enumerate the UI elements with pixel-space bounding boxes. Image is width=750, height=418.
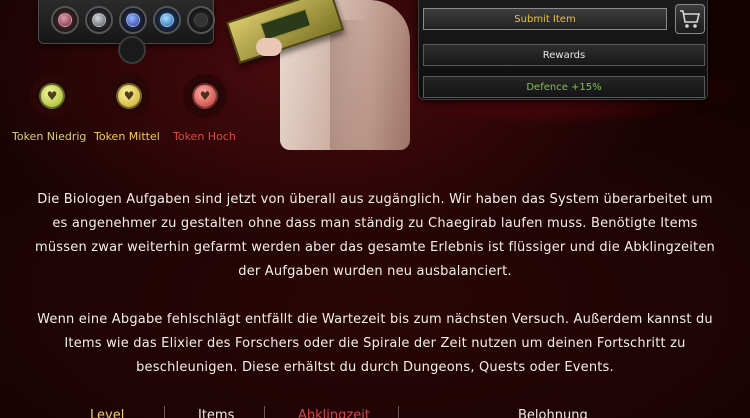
token-mid[interactable]: ♥ <box>107 74 151 118</box>
cart-button[interactable] <box>675 4 705 34</box>
character-hand <box>256 38 282 56</box>
item-slot[interactable] <box>51 6 79 34</box>
book-cover-panel <box>260 8 312 41</box>
token-coin-icon: ♥ <box>39 83 65 109</box>
item-slot[interactable] <box>153 6 181 34</box>
empty-slot-icon <box>194 13 208 27</box>
defence-bonus-bar: Defence +15% <box>423 76 705 98</box>
item-slot[interactable] <box>85 6 113 34</box>
item-slot-empty[interactable] <box>118 36 146 64</box>
red-gem-icon <box>58 13 72 27</box>
item-slot[interactable] <box>119 6 147 34</box>
blue-gem-icon <box>126 13 140 27</box>
silver-gem-icon <box>92 13 106 27</box>
description-paragraph-1: Die Biologen Aufgaben sind jetzt von übe… <box>35 192 715 279</box>
column-header-items: Items <box>198 408 235 418</box>
defence-bonus-label: Defence +15% <box>526 81 602 93</box>
robe-fold <box>330 20 370 150</box>
cart-icon <box>680 10 701 28</box>
character-illustration <box>220 0 430 150</box>
action-panel: Submit Item Rewards Defence +15% <box>418 0 708 100</box>
column-divider <box>164 406 165 418</box>
token-coin-icon: ♥ <box>192 83 218 109</box>
banner: ♥ ♥ ♥ Token Niedrig Token Mittel Token H… <box>0 0 750 150</box>
token-coin-icon: ♥ <box>116 83 142 109</box>
table-header: Level Items Abklingzeit Belohnung <box>40 404 710 418</box>
column-header-reward: Belohnung <box>518 408 588 418</box>
rewards-button[interactable]: Rewards <box>423 44 705 66</box>
rewards-label: Rewards <box>542 49 586 61</box>
token-low-label: Token Niedrig <box>12 130 87 143</box>
submit-item-button[interactable]: Submit Item <box>423 8 667 30</box>
token-low[interactable]: ♥ <box>30 74 74 118</box>
token-mid-label: Token Mittel <box>94 130 160 143</box>
column-divider <box>398 406 399 418</box>
description-paragraph-2: Wenn eine Abgabe fehlschlägt entfällt di… <box>37 312 713 375</box>
item-slot-empty[interactable] <box>187 6 215 34</box>
column-header-level: Level <box>90 408 125 418</box>
light-blue-gem-icon <box>160 13 174 27</box>
column-divider <box>264 406 265 418</box>
submit-item-label: Submit Item <box>514 13 576 25</box>
column-header-cooldown: Abklingzeit <box>298 408 370 418</box>
